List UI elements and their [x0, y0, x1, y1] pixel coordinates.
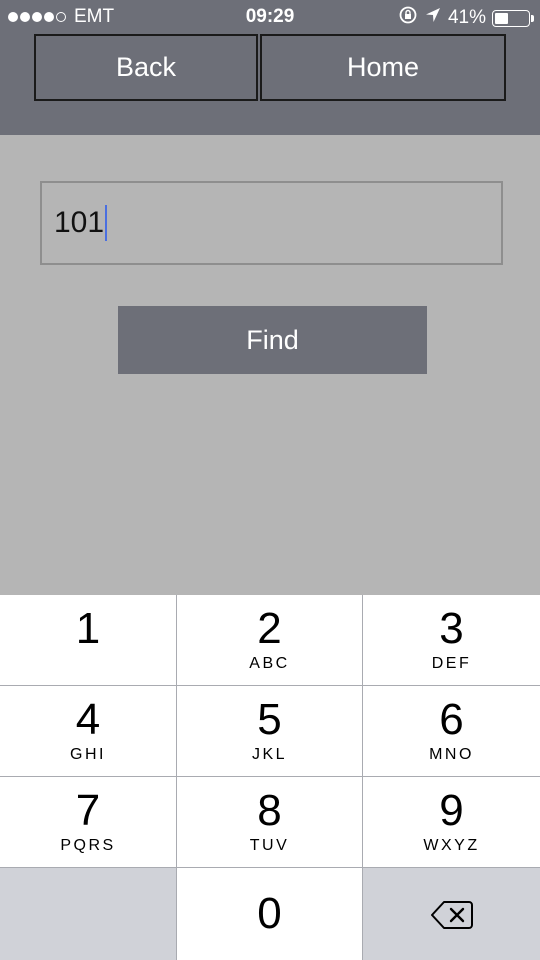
- header-bar: EMT 09:29 41% Back Home: [0, 0, 540, 135]
- key-letters: JKL: [251, 746, 288, 763]
- back-button[interactable]: Back: [34, 34, 258, 101]
- key-digit: 9: [439, 786, 464, 835]
- battery-percent: 41%: [447, 7, 486, 28]
- key-8[interactable]: 8 TUV: [177, 777, 362, 867]
- entry-value: 101: [54, 206, 105, 239]
- key-6[interactable]: 6 MNO: [363, 686, 540, 776]
- key-letters: WXYZ: [423, 837, 480, 854]
- key-1[interactable]: 1: [0, 595, 176, 685]
- home-button[interactable]: Home: [260, 34, 506, 101]
- key-letters: ABC: [249, 655, 290, 672]
- key-letters: TUV: [249, 837, 290, 854]
- key-9[interactable]: 9 WXYZ: [363, 777, 540, 867]
- delete-key[interactable]: [363, 868, 540, 960]
- text-caret: [105, 205, 108, 241]
- key-7[interactable]: 7 PQRS: [0, 777, 176, 867]
- number-entry-field[interactable]: 101: [40, 181, 503, 265]
- key-letters: DEF: [431, 655, 472, 672]
- backspace-icon: [430, 900, 473, 935]
- key-letters: PQRS: [60, 837, 116, 854]
- key-digit: 7: [75, 786, 101, 835]
- key-5[interactable]: 5 JKL: [177, 686, 362, 776]
- battery-icon: [492, 9, 534, 27]
- key-digit: 0: [257, 889, 282, 938]
- key-letters: MNO: [429, 746, 474, 763]
- key-0[interactable]: 0: [177, 868, 362, 960]
- key-digit: 6: [439, 695, 464, 744]
- key-4[interactable]: 4 GHI: [0, 686, 176, 776]
- key-digit: 8: [257, 786, 282, 835]
- key-digit: 4: [75, 695, 101, 744]
- key-digit: 5: [257, 695, 282, 744]
- key-digit: 3: [439, 604, 464, 653]
- rotation-lock-icon: [398, 5, 418, 31]
- key-letters: GHI: [70, 746, 106, 763]
- key-blank: [0, 868, 176, 960]
- location-arrow-icon: [424, 6, 442, 30]
- status-right: 41%: [398, 5, 534, 31]
- key-digit: 1: [75, 604, 101, 653]
- find-button[interactable]: Find: [118, 306, 427, 374]
- key-digit: 2: [257, 604, 282, 653]
- status-bar: EMT 09:29 41%: [0, 0, 540, 34]
- key-3[interactable]: 3 DEF: [363, 595, 540, 685]
- key-2[interactable]: 2 ABC: [177, 595, 362, 685]
- numeric-keypad: 1 2 ABC 3 DEF 4 GHI 5 JKL 6 MNO 7 PQRS 8…: [0, 595, 540, 960]
